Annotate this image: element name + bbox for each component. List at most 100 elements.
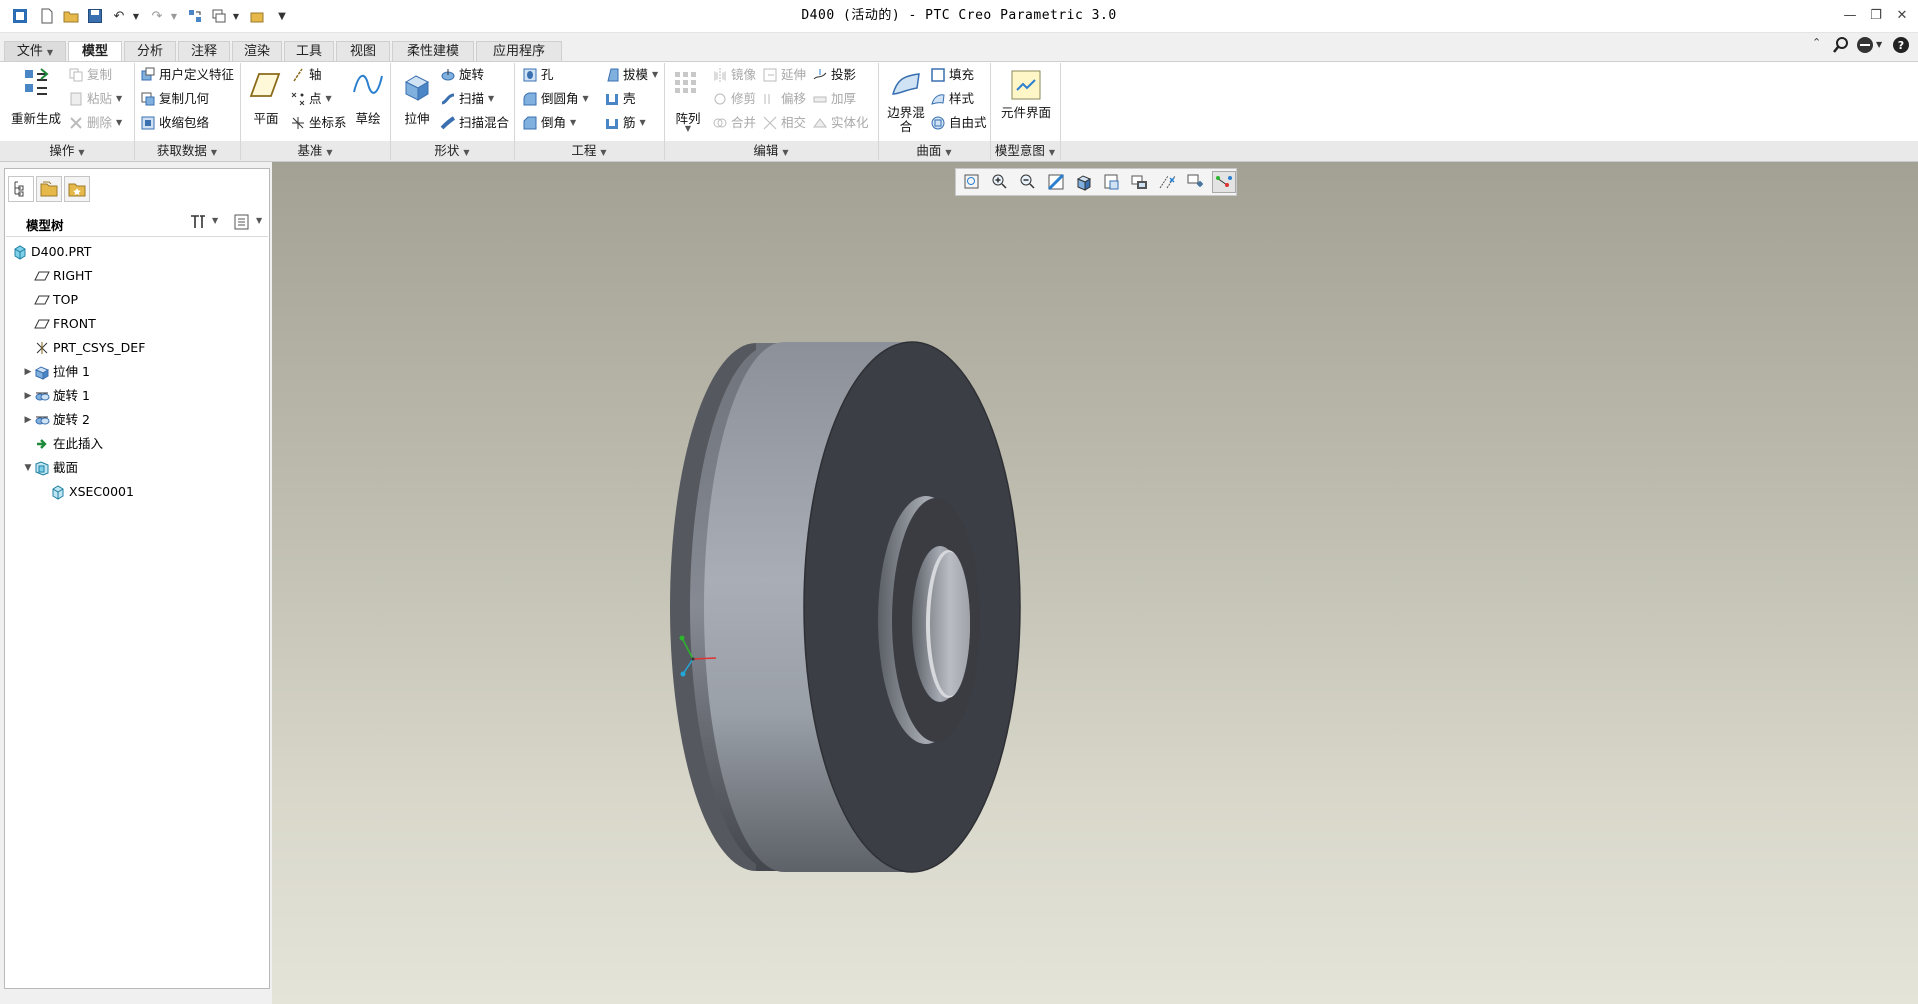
model-tree-tab[interactable] <box>8 176 34 202</box>
thicken-button[interactable]: 加厚 <box>812 88 856 110</box>
tree-show-dropdown-icon[interactable]: ▼ <box>256 216 262 225</box>
shrinkwrap-button[interactable]: 收缩包络 <box>140 112 209 134</box>
folder-browser-tab[interactable] <box>36 176 62 202</box>
offset-button[interactable]: 偏移 <box>762 88 806 110</box>
group-label-surfaces[interactable]: 曲面 ▼ <box>878 141 990 161</box>
repaint-icon[interactable] <box>1044 171 1068 193</box>
save-icon[interactable] <box>84 6 106 26</box>
mirror-button[interactable]: 镜像 <box>712 64 756 86</box>
undo-dropdown-icon[interactable]: ▼ <box>130 6 142 26</box>
datum-display-icon[interactable] <box>1156 171 1180 193</box>
tree-node[interactable]: ▶ 旋转 1 <box>10 384 266 408</box>
group-label-operations[interactable]: 操作 ▼ <box>0 141 134 161</box>
shell-button[interactable]: 壳 <box>604 88 636 110</box>
copy-button[interactable]: 复制 <box>68 64 112 86</box>
tab-1[interactable]: 模型 <box>68 41 122 63</box>
extend-button[interactable]: 延伸 <box>762 64 806 86</box>
axis-button[interactable]: 轴 <box>290 64 322 86</box>
tree-show-icon[interactable] <box>232 212 252 232</box>
help-icon[interactable]: ? <box>1892 36 1910 54</box>
tree-node[interactable]: RIGHT <box>10 264 266 288</box>
group-label-editing[interactable]: 编辑 ▼ <box>664 141 878 161</box>
rib-button[interactable]: 筋 ▼ <box>604 112 646 134</box>
group-label-datum[interactable]: 基准 ▼ <box>240 141 390 161</box>
tree-node[interactable]: ▼ 截面 <box>10 456 266 480</box>
tab-0[interactable]: 文件 ▼ <box>4 41 66 61</box>
tab-7[interactable]: 柔性建模 <box>392 41 474 61</box>
delete-button[interactable]: 删除 ▼ <box>68 112 122 134</box>
graphics-window[interactable] <box>272 162 1918 1004</box>
customize-qat-icon[interactable]: ▼ <box>274 6 290 26</box>
sweep-button[interactable]: 扫描 ▼ <box>440 88 494 110</box>
extrude-button[interactable]: 拉伸 <box>394 66 440 136</box>
tree-node[interactable]: 在此插入 <box>10 432 266 456</box>
open-folder-icon[interactable] <box>60 6 82 26</box>
zoom-in-icon[interactable] <box>988 171 1012 193</box>
zoom-out-icon[interactable] <box>1016 171 1040 193</box>
csys-button[interactable]: 坐标系 <box>290 112 347 134</box>
intersect-button[interactable]: 相交 <box>762 112 806 134</box>
windows-dropdown-icon[interactable]: ▼ <box>230 6 242 26</box>
component-interface-button[interactable]: 元件界面 <box>1000 66 1052 136</box>
tab-6[interactable]: 视图 <box>336 41 390 61</box>
regenerate-button[interactable]: 重新生成 <box>6 66 66 136</box>
tree-node[interactable]: TOP <box>10 288 266 312</box>
saved-orientations-icon[interactable] <box>1100 171 1124 193</box>
tree-settings-dropdown-icon[interactable]: ▼ <box>212 216 218 225</box>
group-label-get-data[interactable]: 获取数据 ▼ <box>134 141 240 161</box>
community-dropdown-icon[interactable]: ▼ <box>1876 40 1886 50</box>
tree-node[interactable]: D400.PRT <box>10 240 266 264</box>
expand-toggle-icon[interactable]: ▶ <box>22 408 34 432</box>
group-label-model-intent[interactable]: 模型意图 ▼ <box>990 141 1060 161</box>
restore-icon[interactable]: ❐ <box>1864 6 1888 26</box>
tree-node[interactable]: ▶ 旋转 2 <box>10 408 266 432</box>
expand-toggle-icon[interactable]: ▼ <box>22 456 34 480</box>
tab-4[interactable]: 渲染 <box>232 41 282 61</box>
point-button[interactable]: 点 ▼ <box>290 88 332 110</box>
group-label-shapes[interactable]: 形状 ▼ <box>390 141 514 161</box>
merge-button[interactable]: 合并 <box>712 112 756 134</box>
tree-node[interactable]: PRT_CSYS_DEF <box>10 336 266 360</box>
sketch-button[interactable]: 草绘 <box>348 66 388 136</box>
fill-button[interactable]: 填充 <box>930 64 974 86</box>
tab-5[interactable]: 工具 <box>284 41 334 61</box>
freestyle-button[interactable]: 自由式 <box>930 112 987 134</box>
regenerate-quick-icon[interactable] <box>184 6 206 26</box>
close-icon[interactable]: ✕ <box>1890 6 1914 26</box>
boundary-blend-button[interactable]: 边界混合 <box>884 66 928 136</box>
redo-icon[interactable]: ↷ <box>146 6 168 26</box>
spin-center-icon[interactable] <box>1184 171 1208 193</box>
new-file-icon[interactable] <box>36 6 58 26</box>
draft-button[interactable]: 拔模 ▼ <box>604 64 658 86</box>
chamfer-button[interactable]: 倒角 ▼ <box>522 112 576 134</box>
favorites-tab[interactable] <box>64 176 90 202</box>
pattern-button[interactable]: 阵列 ▼ <box>668 66 708 136</box>
tree-node[interactable]: FRONT <box>10 312 266 336</box>
tab-2[interactable]: 分析 <box>124 41 176 61</box>
paste-button[interactable]: 粘贴 ▼ <box>68 88 122 110</box>
search-icon[interactable] <box>1832 36 1850 54</box>
udf-button[interactable]: 用户定义特征 <box>140 64 234 86</box>
undo-icon[interactable]: ↶ <box>108 6 130 26</box>
collapse-ribbon-icon[interactable]: ⌃ <box>1812 36 1828 52</box>
minimize-icon[interactable]: — <box>1838 6 1862 26</box>
style-button[interactable]: 样式 <box>930 88 974 110</box>
tree-node[interactable]: XSEC0001 <box>10 480 266 504</box>
annotation-display-icon[interactable] <box>1212 171 1236 193</box>
expand-toggle-icon[interactable]: ▶ <box>22 360 34 384</box>
refit-icon[interactable] <box>960 171 984 193</box>
group-label-engineering[interactable]: 工程 ▼ <box>514 141 664 161</box>
hole-button[interactable]: 孔 <box>522 64 554 86</box>
revolve-button[interactable]: 旋转 <box>440 64 484 86</box>
copy-geometry-button[interactable]: 复制几何 <box>140 88 209 110</box>
windows-icon[interactable] <box>208 6 230 26</box>
tab-3[interactable]: 注释 <box>178 41 230 61</box>
swept-blend-button[interactable]: 扫描混合 <box>440 112 509 134</box>
expand-toggle-icon[interactable]: ▶ <box>22 384 34 408</box>
close-window-icon[interactable] <box>246 6 268 26</box>
tab-8[interactable]: 应用程序 <box>476 41 562 61</box>
app-menu-icon[interactable] <box>8 6 32 26</box>
trim-button[interactable]: 修剪 <box>712 88 756 110</box>
community-icon[interactable] <box>1856 36 1874 54</box>
display-style-icon[interactable] <box>1072 171 1096 193</box>
